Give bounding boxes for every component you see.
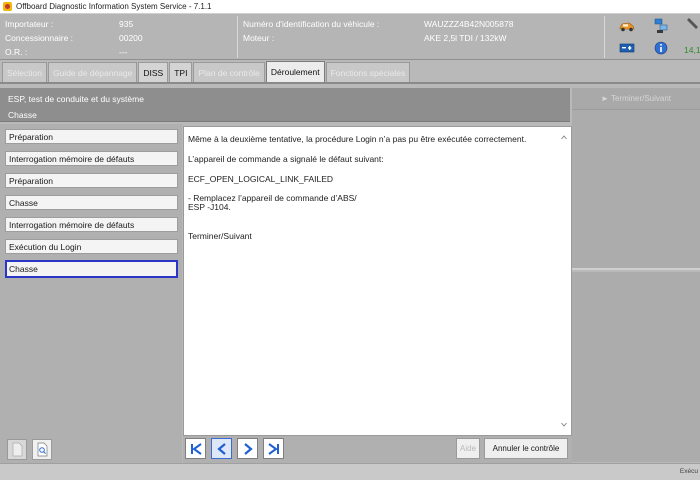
message-line: Terminer/Suivant <box>188 231 252 241</box>
window-title: Offboard Diagnostic Information System S… <box>16 2 212 11</box>
vehicle-icon[interactable] <box>618 18 636 34</box>
previous-step-button[interactable] <box>211 438 232 459</box>
document-search-icon <box>37 442 48 457</box>
status-bar: Exécu <box>0 463 700 480</box>
step-item[interactable]: Interrogation mémoire de défauts <box>5 217 178 232</box>
help-button[interactable]: Aide <box>456 438 480 459</box>
last-step-button[interactable] <box>263 438 284 459</box>
wrench-icon[interactable] <box>684 17 700 33</box>
navigation-bar: Aide Annuler le contrôle <box>183 436 572 463</box>
chevron-right-icon <box>243 442 253 455</box>
importer-label: Importateur : <box>5 19 54 29</box>
dealer-label: Concessionnaire : <box>5 33 74 43</box>
finish-next-label: Terminer/Suivant <box>610 94 672 103</box>
tab-procedure[interactable]: Déroulement <box>265 61 325 82</box>
step-item[interactable]: Exécution du Login <box>5 239 178 254</box>
tab-selection[interactable]: Sélection <box>2 62 47 82</box>
info-icon[interactable] <box>652 40 670 56</box>
title-bar: Offboard Diagnostic Information System S… <box>0 0 700 14</box>
right-action-bar: ► Terminer/Suivant <box>572 88 700 110</box>
message-content: Même à la deuxième tentative, la procédu… <box>183 126 572 436</box>
vin-label: Numéro d'identification du véhicule : <box>243 19 380 29</box>
step-item[interactable]: Interrogation mémoire de défauts <box>5 151 178 166</box>
step-item[interactable]: Préparation <box>5 129 178 144</box>
document-button[interactable] <box>7 439 27 460</box>
vin-value: WAUZZZ4B42N005878 <box>424 19 514 29</box>
dealer-value: 00200 <box>119 33 143 43</box>
info-divider <box>604 16 605 58</box>
chevron-left-icon <box>216 442 226 455</box>
tab-troubleshooting-guide[interactable]: Guide de dépannage <box>47 62 138 82</box>
status-text: Exécu <box>679 468 698 475</box>
tab-tpi[interactable]: TPI <box>169 62 193 82</box>
context-subtitle: Chasse <box>8 110 37 120</box>
message-line: L’appareil de commande a signalé le défa… <box>188 154 384 164</box>
tab-special-functions[interactable]: Fonctions spéciales <box>325 62 411 82</box>
context-header: ESP, test de conduite et du système Chas… <box>0 88 570 122</box>
error-code: ECF_OPEN_LOGICAL_LINK_FAILED <box>188 174 334 184</box>
vehicle-info-bar: Importateur : 935 Concessionnaire : 0020… <box>0 14 700 60</box>
order-label: O.R. : <box>5 47 28 57</box>
right-panel-lower <box>572 272 700 462</box>
engine-label: Moteur : <box>243 33 275 43</box>
cancel-test-button[interactable]: Annuler le contrôle <box>484 438 568 459</box>
app-icon <box>3 2 12 11</box>
tab-diss[interactable]: DISS <box>138 62 169 82</box>
engine-value: AKE 2,5l TDI / 132kW <box>424 33 507 43</box>
network-icon[interactable] <box>652 18 670 34</box>
steps-panel: Préparation Interrogation mémoire de déf… <box>0 124 182 436</box>
importer-value: 935 <box>119 19 134 29</box>
version-value: 14,1 <box>684 45 700 55</box>
message-line: - Remplacez l’appareil de commande d’ABS… <box>188 193 357 212</box>
message-line: Même à la deuxième tentative, la procédu… <box>188 134 527 144</box>
document-search-button[interactable] <box>32 439 52 460</box>
scroll-up-icon[interactable] <box>561 135 567 140</box>
step-item-selected[interactable]: Chasse <box>5 260 178 278</box>
context-title: ESP, test de conduite et du système <box>8 94 144 104</box>
skip-to-end-icon <box>267 442 279 455</box>
tab-test-plan[interactable]: Plan de contrôle <box>193 62 265 82</box>
main-tabs: Sélection Guide de dépannage DISS TPI Pl… <box>0 61 700 84</box>
step-item[interactable]: Préparation <box>5 173 178 188</box>
order-value: --- <box>119 47 128 57</box>
finish-next-button[interactable]: ► Terminer/Suivant <box>601 94 671 103</box>
step-item[interactable]: Chasse <box>5 195 178 210</box>
skip-to-start-icon <box>190 442 202 455</box>
document-toolbar <box>0 436 182 463</box>
scroll-down-icon[interactable] <box>561 422 567 427</box>
info-divider <box>237 16 238 58</box>
battery-icon[interactable] <box>618 40 636 56</box>
first-step-button[interactable] <box>185 438 206 459</box>
document-icon <box>12 442 23 457</box>
right-panel-upper <box>572 110 700 270</box>
next-step-button[interactable] <box>237 438 258 459</box>
